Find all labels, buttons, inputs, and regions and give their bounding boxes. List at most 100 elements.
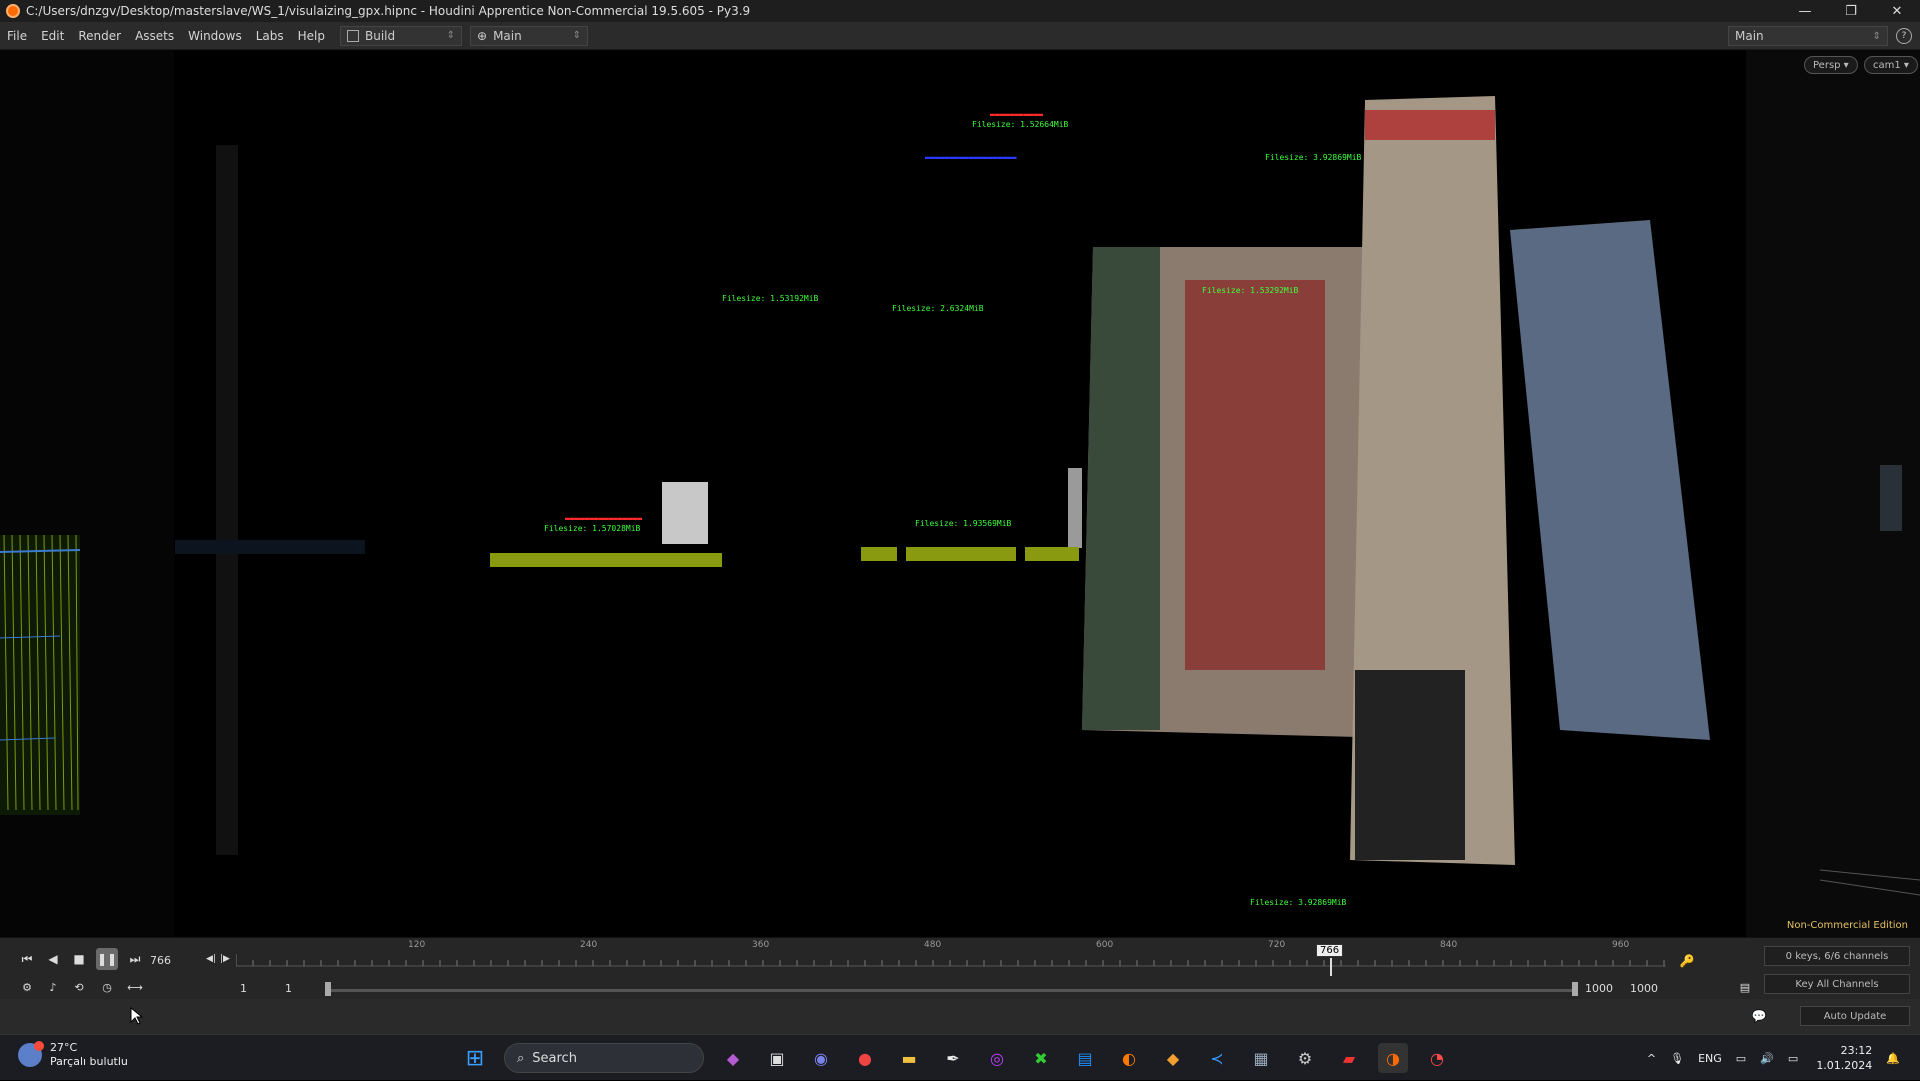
stop-icon[interactable]: ■ — [68, 948, 90, 970]
desktop-icon — [347, 29, 359, 42]
pause-icon[interactable]: ❚❚ — [96, 948, 118, 970]
close-button[interactable]: ✕ — [1874, 0, 1920, 22]
microphone-icon[interactable]: 🎙 — [1670, 1052, 1684, 1065]
help-icon[interactable]: ? — [1896, 28, 1912, 44]
instagram-icon[interactable]: ◎ — [982, 1043, 1012, 1073]
chevron-up-icon[interactable]: ^ — [1647, 1052, 1656, 1065]
audio-icon[interactable]: ♪ — [42, 976, 64, 998]
current-frame-field[interactable]: 766 — [150, 950, 198, 970]
range-icon[interactable]: ⟷ — [124, 976, 146, 998]
network-icon[interactable]: ▭ — [1736, 1052, 1746, 1065]
chrome-icon[interactable]: ● — [850, 1043, 880, 1073]
vscode-icon[interactable]: ≺ — [1202, 1043, 1232, 1073]
maximize-button[interactable]: ❐ — [1828, 0, 1874, 22]
git-icon[interactable]: ◆ — [1158, 1043, 1188, 1073]
weather-widget[interactable]: 27°C Parçalı bulutlu — [18, 1041, 128, 1069]
scene-viewport[interactable]: Filesize: 1.52664MiB ▬▬▬▬▬▬▬▬▬▬▬ ▬▬▬▬▬▬▬… — [0, 50, 1920, 937]
keys-info-field[interactable]: 0 keys, 6/6 channels — [1764, 946, 1910, 966]
persp-menu[interactable]: Persp ▾ — [1804, 56, 1858, 74]
tick-label: 600 — [1096, 940, 1114, 950]
auto-update-menu[interactable]: Auto Update — [1800, 1006, 1910, 1026]
battery-icon[interactable]: ▭ — [1788, 1052, 1798, 1065]
play-reverse-icon[interactable]: ◀ — [42, 948, 64, 970]
windows-start-icon[interactable]: ⊞ — [460, 1043, 490, 1073]
range-start[interactable]: 1 — [240, 982, 247, 995]
menu-windows[interactable]: Windows — [181, 29, 249, 43]
photos-icon[interactable]: ▦ — [1246, 1043, 1276, 1073]
clock-time: 23:12 — [1840, 1044, 1873, 1057]
menu-file[interactable]: File — [0, 29, 34, 43]
frame-cursor-label[interactable]: 766 — [1316, 944, 1344, 957]
teams-icon[interactable]: ◉ — [806, 1043, 836, 1073]
menu-help[interactable]: Help — [291, 29, 332, 43]
range-handle-start[interactable] — [325, 982, 331, 996]
widgets-icon[interactable]: ◆ — [718, 1043, 748, 1073]
task-view-icon[interactable]: ▣ — [762, 1043, 792, 1073]
label-top-center-red: ▬▬▬▬▬▬▬▬▬▬▬ — [990, 110, 1043, 119]
menu-edit[interactable]: Edit — [34, 29, 71, 43]
menu-assets[interactable]: Assets — [128, 29, 181, 43]
status-row: 💬 Auto Update — [0, 999, 1920, 1034]
tick-label: 120 — [408, 940, 426, 950]
range-end-visible[interactable]: 1000 — [1585, 982, 1613, 995]
range-start-visible[interactable]: 1 — [285, 982, 292, 995]
xbox-icon[interactable]: ✖ — [1026, 1043, 1056, 1073]
gpx-segment-bar — [1025, 547, 1079, 561]
desktop-selector[interactable]: Build ⇕ — [340, 25, 462, 46]
channels-icon[interactable]: ▤ — [1734, 976, 1756, 998]
first-frame-icon[interactable]: ⏮ — [16, 948, 38, 970]
file-explorer-icon[interactable]: ▬ — [894, 1043, 924, 1073]
minimize-button[interactable]: — — [1782, 0, 1828, 22]
language-indicator[interactable]: ENG — [1698, 1052, 1722, 1065]
system-tray: ^ 🎙 ENG ▭ 🔊 ▭ 23:12 1.01.2024 🔔 — [1633, 1035, 1900, 1081]
clock-icon[interactable]: ◷ — [96, 976, 118, 998]
last-frame-icon[interactable]: ⏭ — [124, 948, 146, 970]
chevron-updown-icon: ⇕ — [446, 30, 455, 41]
small-edge-panel — [1068, 468, 1082, 548]
settings-icon[interactable]: ⚙ — [1290, 1043, 1320, 1073]
tick-label: 720 — [1268, 940, 1286, 950]
gpx-segment-bar — [906, 547, 1016, 561]
key-all-channels-button[interactable]: Key All Channels — [1764, 974, 1910, 994]
label-left-cluster: Filesize: 1.57028MiB — [544, 524, 641, 533]
taskbar-search[interactable]: ⌕ Search — [504, 1043, 704, 1073]
desktop-right-selector[interactable]: Main ⇕ — [1728, 26, 1888, 46]
chevron-updown-icon: ⇕ — [572, 30, 581, 41]
houdini-app-icon[interactable]: ◐ — [1114, 1043, 1144, 1073]
desktop-right: Main ⇕ ? — [1720, 26, 1920, 46]
camera-menu[interactable]: cam1 ▾ — [1864, 56, 1918, 74]
label-mid-center: Filesize: 2.6324MiB — [892, 304, 984, 313]
windows-taskbar: 27°C Parçalı bulutlu ⊞ ⌕ Search ◆ ▣ ◉ ● … — [0, 1034, 1920, 1080]
chat-icon[interactable]: 💬 — [1748, 1005, 1770, 1027]
houdini-launcher-icon[interactable]: ◔ — [1422, 1043, 1452, 1073]
volume-icon[interactable]: 🔊 — [1760, 1052, 1774, 1065]
network-label: Main — [493, 28, 522, 43]
desktop-label: Build — [365, 28, 396, 43]
frame-cursor[interactable] — [1330, 958, 1332, 976]
menu-labs[interactable]: Labs — [249, 29, 291, 43]
clock[interactable]: 23:12 1.01.2024 — [1816, 1043, 1872, 1073]
step-forward-icon[interactable]: |▶ — [214, 948, 236, 970]
menu-render[interactable]: Render — [71, 29, 128, 43]
timeline-ruler[interactable]: 120 240 360 480 600 720 840 960 766 — [236, 940, 1666, 976]
label-top-center: Filesize: 1.52664MiB — [972, 120, 1069, 129]
notepad-icon[interactable]: ▤ — [1070, 1043, 1100, 1073]
network-selector[interactable]: ⊕ Main ⇕ — [470, 25, 588, 46]
realtime-icon[interactable]: ⚙ — [16, 976, 38, 998]
range-end[interactable]: 1000 — [1630, 982, 1658, 995]
mouse-cursor-icon — [130, 1007, 144, 1025]
acrobat-icon[interactable]: ▰ — [1334, 1043, 1364, 1073]
tick-label: 840 — [1440, 940, 1458, 950]
inkscape-icon[interactable]: ✒ — [938, 1043, 968, 1073]
search-icon: ⌕ — [517, 1050, 525, 1066]
range-track[interactable] — [325, 989, 1575, 992]
notification-icon[interactable]: 🔔 — [1886, 1052, 1900, 1065]
key-icon[interactable]: 🔑 — [1676, 950, 1698, 972]
range-handle-end[interactable] — [1572, 982, 1578, 996]
weather-temp: 27°C — [50, 1041, 78, 1054]
loop-icon[interactable]: ⟲ — [68, 976, 90, 998]
scene-geometry — [0, 96, 1920, 896]
dark-vehicle — [1355, 670, 1465, 860]
playbar: ⏮ ◀ ■ ❚❚ ⏭ 766 ◀| |▶ 120 240 360 480 600… — [0, 937, 1920, 999]
houdini-active-icon[interactable]: ◑ — [1378, 1043, 1408, 1073]
